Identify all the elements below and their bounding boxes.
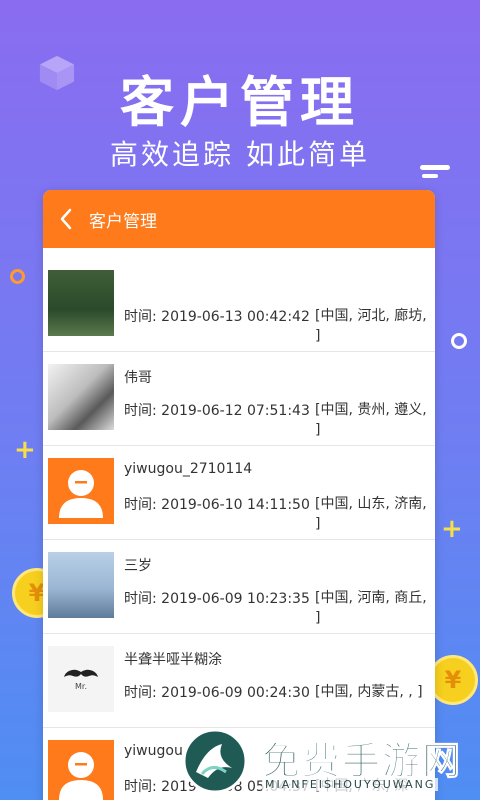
visit-time: 时间: 2019-06-09 10:23:35	[124, 591, 310, 607]
ring-decoration	[10, 269, 25, 284]
visitor-name: yiwugou_2710114	[124, 461, 253, 477]
avatar	[48, 364, 114, 430]
visit-time: 时间: 2019-06-13 00:42:42	[124, 309, 310, 325]
default-user-icon	[59, 470, 103, 518]
avatar	[48, 740, 114, 800]
list-item[interactable]: Mr. 半聋半哑半糊涂 时间: 2019-06-09 00:24:30 [中国,…	[43, 634, 435, 728]
watermark: 免费手游网 MIANFEISHOUYOUWANG	[182, 722, 480, 800]
app-bar: 客户管理	[43, 190, 435, 248]
avatar	[48, 270, 114, 336]
visitor-name: 伟哥	[124, 370, 152, 386]
visit-time: 时间: 2019-06-10 14:11:50	[124, 497, 310, 513]
hero-title: 客户管理	[120, 71, 360, 134]
visitor-name: yiwugou_	[124, 743, 190, 759]
hero-subtitle: 高效追踪 如此简单	[110, 138, 370, 171]
dash-decoration	[422, 174, 438, 178]
page-title: 客户管理	[89, 211, 157, 232]
mustache-icon	[64, 669, 98, 677]
visitor-name: 半聋半哑半糊涂	[124, 652, 222, 668]
watermark-logo-icon	[182, 728, 248, 794]
default-user-icon	[59, 752, 103, 800]
visitor-list: 时间: 2019-06-13 00:42:42 [中国, 河北, 廊坊, ] 伟…	[43, 258, 435, 800]
visit-time: 时间: 2019-06-09 00:24:30	[124, 685, 310, 701]
visitor-location: [中国, 山东, 济南, ]	[315, 496, 427, 532]
visitor-location: [中国, 内蒙古, , ]	[315, 684, 423, 700]
visitor-location: [中国, 河南, 商丘, ]	[315, 590, 427, 626]
watermark-subtext: MIANFEISHOUYOUWANG	[262, 778, 439, 791]
coin-icon: ¥	[428, 655, 478, 705]
app-screen: 客户管理 所有访客 收藏商品商铺用户 关注我的用户 订单已 时间: 2019-0…	[43, 190, 435, 800]
back-button[interactable]	[43, 190, 89, 248]
avatar	[48, 458, 114, 524]
watermark-text: 免费手游网	[261, 739, 463, 784]
avatar-caption: Mr.	[75, 681, 87, 691]
visitor-location: [中国, 贵州, 遵义, ]	[315, 402, 427, 438]
plus-decoration-icon: +	[441, 514, 463, 544]
avatar: Mr.	[48, 646, 114, 712]
list-item[interactable]: yiwugou_2710114 时间: 2019-06-10 14:11:50 …	[43, 446, 435, 540]
chevron-left-icon	[60, 208, 72, 230]
list-item[interactable]: 时间: 2019-06-13 00:42:42 [中国, 河北, 廊坊, ]	[43, 258, 435, 352]
list-item[interactable]: 伟哥 时间: 2019-06-12 07:51:43 [中国, 贵州, 遵义, …	[43, 352, 435, 446]
dash-decoration	[420, 165, 450, 170]
visitor-name: 三岁	[124, 558, 152, 574]
plus-decoration-icon: +	[14, 435, 36, 465]
visitor-location: [中国, 河北, 廊坊, ]	[315, 308, 427, 344]
list-item[interactable]: 三岁 时间: 2019-06-09 10:23:35 [中国, 河南, 商丘, …	[43, 540, 435, 634]
ring-decoration	[451, 333, 467, 349]
avatar	[48, 552, 114, 618]
visit-time: 时间: 2019-06-12 07:51:43	[124, 403, 310, 419]
